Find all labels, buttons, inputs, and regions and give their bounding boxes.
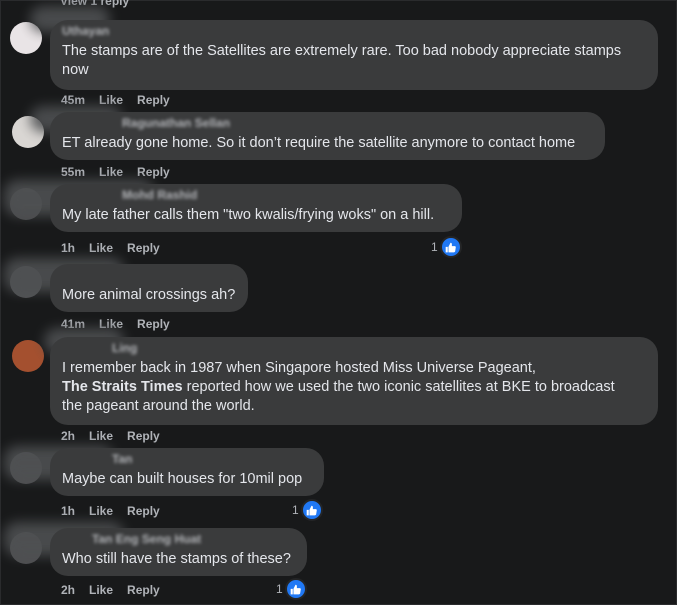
comment-text-fragment: reported how we used the two iconic sate…	[182, 379, 615, 395]
comment-text: ET already gone home. So it don’t requir…	[62, 135, 576, 151]
comment-time[interactable]: 45m	[61, 93, 85, 107]
comment-actions: 55m Like Reply	[61, 165, 170, 179]
comment-bubble: Ling I remember back in 1987 when Singap…	[50, 337, 658, 425]
comment-author[interactable]	[62, 268, 236, 282]
avatar[interactable]	[12, 340, 44, 372]
reply-button[interactable]: Reply	[137, 317, 170, 331]
comment-text-line: I remember back in 1987 when Singapore h…	[62, 360, 536, 376]
comment-time[interactable]: 2h	[61, 583, 75, 597]
thumbs-up-icon	[439, 236, 462, 258]
comment-author[interactable]: Ragunathan Sellan	[62, 116, 593, 130]
bold-mention: The Straits Times	[62, 379, 183, 395]
comment-text: More animal crossings ah?	[62, 287, 236, 303]
comment-text: I remember back in 1987 when Singapore h…	[62, 355, 646, 416]
comment-actions: 2h Like Reply	[61, 583, 160, 597]
comment-author[interactable]: Uthayan	[62, 24, 646, 38]
comment-time[interactable]: 1h	[61, 504, 75, 518]
like-button[interactable]: Like	[99, 165, 123, 179]
reaction-number: 1	[431, 240, 438, 254]
comment-bubble: Uthayan The stamps are of the Satellites…	[50, 20, 658, 90]
thumbs-up-icon	[300, 499, 323, 521]
reaction-count[interactable]: 1	[292, 499, 323, 521]
comment-author[interactable]: Ling	[62, 341, 646, 355]
like-button[interactable]: Like	[99, 93, 123, 107]
comment-bubble: Tan Maybe can built houses for 10mil pop	[50, 448, 324, 496]
reaction-count[interactable]: 1	[276, 578, 307, 600]
comment-actions: 45m Like Reply	[61, 93, 170, 107]
comment-author[interactable]: Tan Eng Seng Huat	[62, 532, 295, 546]
like-button[interactable]: Like	[89, 504, 113, 518]
like-button[interactable]: Like	[89, 583, 113, 597]
like-button[interactable]: Like	[89, 241, 113, 255]
comment-bubble: More animal crossings ah?	[50, 264, 248, 312]
reaction-count[interactable]: 1	[431, 236, 462, 258]
comment-text: Who still have the stamps of these?	[62, 551, 291, 567]
comment-time[interactable]: 2h	[61, 429, 75, 443]
comment-author[interactable]: Mohd Rashid	[62, 188, 450, 202]
comment-bubble: Ragunathan Sellan ET already gone home. …	[50, 112, 605, 160]
comment-text: My late father calls them "two kwalis/fr…	[62, 207, 435, 223]
reply-button[interactable]: Reply	[127, 583, 160, 597]
comment-text-line: the pageant around the world.	[62, 398, 255, 414]
comment-text-line: The Straits Times reported how we used t…	[62, 378, 646, 397]
comment-time[interactable]: 1h	[61, 241, 75, 255]
comment-bubble: Tan Eng Seng Huat Who still have the sta…	[50, 528, 307, 576]
thumbs-up-icon	[284, 578, 307, 600]
reply-button[interactable]: Reply	[127, 429, 160, 443]
reply-button[interactable]: Reply	[127, 241, 160, 255]
comment-text: Maybe can built houses for 10mil pop	[62, 471, 303, 487]
like-button[interactable]: Like	[89, 429, 113, 443]
reply-button[interactable]: Reply	[127, 504, 160, 518]
comment-actions: 1h Like Reply	[61, 504, 160, 518]
reply-button[interactable]: Reply	[137, 165, 170, 179]
comment-actions: 2h Like Reply	[61, 429, 160, 443]
comment-time[interactable]: 55m	[61, 165, 85, 179]
reply-button[interactable]: Reply	[137, 93, 170, 107]
comment-actions: 1h Like Reply	[61, 241, 160, 255]
comment-author[interactable]: Tan	[62, 452, 312, 466]
reaction-number: 1	[292, 503, 299, 517]
comment-text: The stamps are of the Satellites are ext…	[62, 43, 622, 78]
comment-bubble: Mohd Rashid My late father calls them "t…	[50, 184, 462, 232]
reaction-number: 1	[276, 582, 283, 596]
